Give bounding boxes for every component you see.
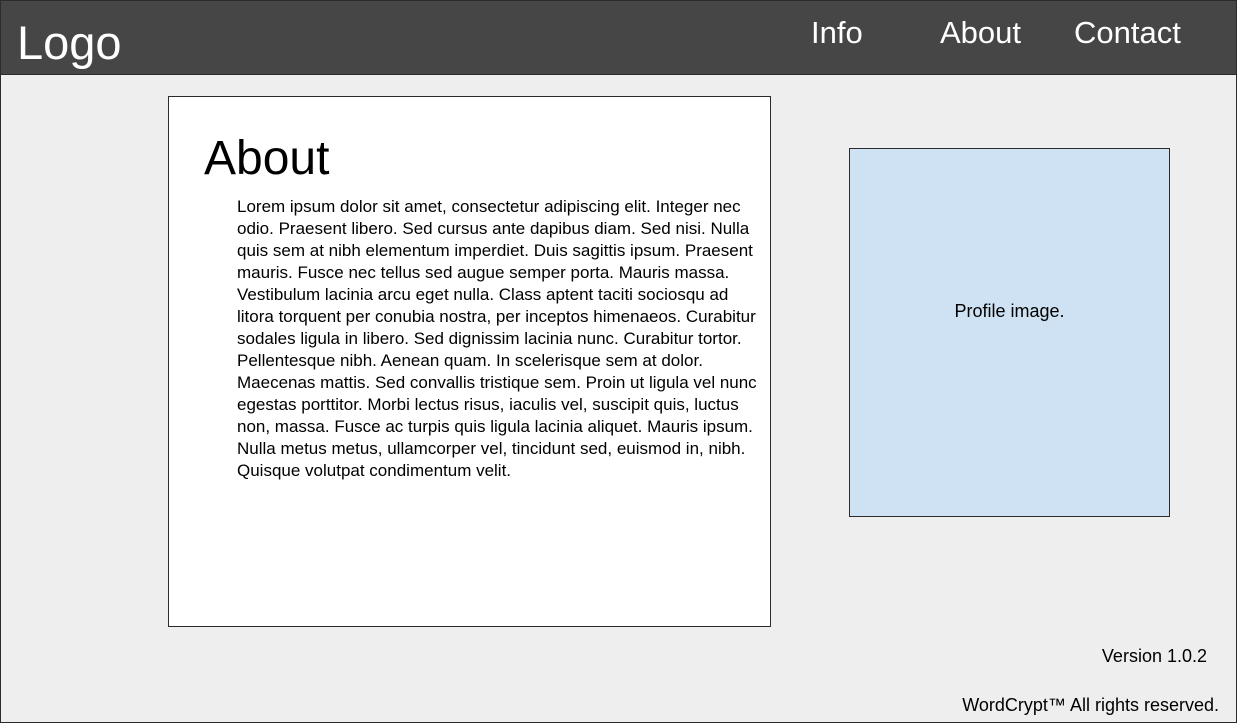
- version-text: Version 1.0.2: [1101, 646, 1207, 666]
- logo[interactable]: Logo: [17, 15, 122, 71]
- profile-image-placeholder: Profile image.: [849, 148, 1170, 517]
- about-title: About: [204, 132, 330, 185]
- copyright-text: WordCrypt™ All rights reserved.: [962, 695, 1219, 715]
- profile-image-label: Profile image.: [954, 301, 1065, 321]
- nav-link-contact[interactable]: Contact: [1074, 13, 1181, 53]
- page-frame: Logo Info About Contact About Lorem ipsu…: [0, 0, 1237, 723]
- about-section: About Lorem ipsum dolor sit amet, consec…: [168, 96, 771, 627]
- about-body-text: Lorem ipsum dolor sit amet, consectetur …: [237, 197, 757, 480]
- nav-link-about[interactable]: About: [940, 13, 1021, 53]
- nav-link-info[interactable]: Info: [811, 13, 863, 53]
- top-navigation-bar: Logo Info About Contact: [1, 1, 1236, 75]
